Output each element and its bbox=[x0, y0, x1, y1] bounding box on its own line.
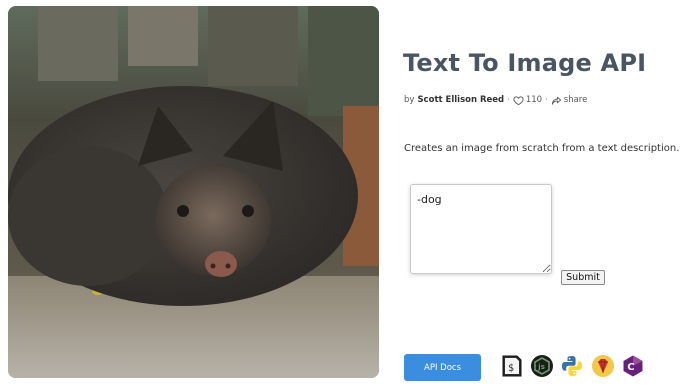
hero-image bbox=[8, 6, 379, 378]
nodejs-icon[interactable]: js bbox=[530, 354, 554, 378]
language-icons: $ js C bbox=[499, 354, 652, 378]
author-link[interactable]: Scott Ellison Reed bbox=[417, 95, 504, 105]
prompt-textarea[interactable]: -dog bbox=[410, 184, 552, 274]
separator: · bbox=[507, 95, 510, 105]
page-title: Text To Image API bbox=[403, 49, 647, 77]
by-label: by bbox=[404, 95, 415, 105]
csharp-icon[interactable]: C bbox=[621, 354, 645, 378]
ruby-icon[interactable] bbox=[591, 354, 615, 378]
heart-icon[interactable] bbox=[513, 95, 524, 106]
share-icon[interactable] bbox=[551, 95, 562, 106]
svg-text:js: js bbox=[537, 363, 545, 371]
python-icon[interactable] bbox=[560, 354, 584, 378]
svg-text:C: C bbox=[627, 362, 634, 373]
svg-text:$: $ bbox=[508, 363, 514, 374]
submit-button[interactable]: Submit bbox=[561, 270, 605, 285]
separator: · bbox=[545, 95, 548, 105]
boar-photo bbox=[8, 6, 379, 378]
like-count: 110 bbox=[525, 95, 543, 105]
shell-icon[interactable]: $ bbox=[499, 354, 523, 378]
share-link[interactable]: share bbox=[564, 95, 588, 105]
description: Creates an image from scratch from a tex… bbox=[404, 143, 680, 154]
api-docs-button[interactable]: API Docs bbox=[404, 354, 481, 381]
author-meta: by Scott Ellison Reed · 110 · share bbox=[404, 94, 587, 106]
